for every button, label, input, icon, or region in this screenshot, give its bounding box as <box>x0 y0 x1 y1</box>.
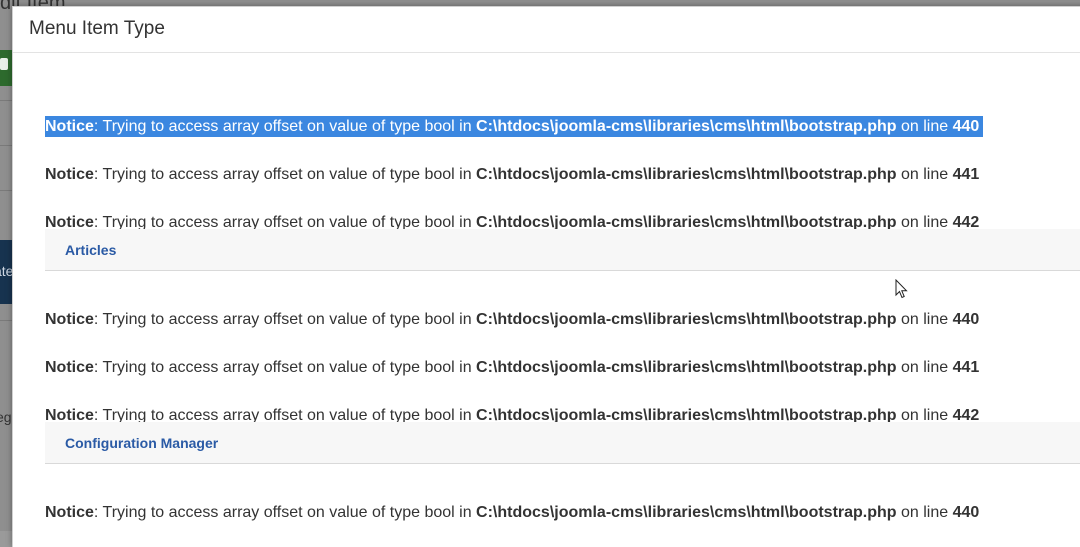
notice-line-number: 440 <box>952 118 980 135</box>
background-divider <box>0 145 12 146</box>
notice-file-path: C:\htdocs\joomla-cms\libraries\cms\html\… <box>476 359 897 376</box>
background-divider <box>0 100 12 101</box>
background-button-icon <box>0 58 8 70</box>
notice-line-number: 440 <box>952 311 980 328</box>
notice-line-number: 441 <box>952 359 980 376</box>
php-notice: Notice: Trying to access array offset on… <box>45 164 979 185</box>
notice-label: Notice <box>45 311 94 328</box>
mouse-pointer-icon <box>895 279 908 299</box>
php-notice: Notice: Trying to access array offset on… <box>45 116 984 137</box>
notice-file-path: C:\htdocs\joomla-cms\libraries\cms\html\… <box>476 118 897 135</box>
notice-message: : Trying to access array offset on value… <box>93 504 477 521</box>
notice-message: : Trying to access array offset on value… <box>93 118 477 135</box>
php-notice: Notice: Trying to access array offset on… <box>45 309 979 330</box>
notice-on-line: on line <box>896 166 953 183</box>
notice-on-line: on line <box>896 504 953 521</box>
accordion-configuration-manager-link[interactable]: Configuration Manager <box>65 435 218 451</box>
php-notice: Notice: Trying to access array offset on… <box>45 502 979 523</box>
notice-file-path: C:\htdocs\joomla-cms\libraries\cms\html\… <box>476 504 897 521</box>
notice-line-number: 441 <box>952 166 980 183</box>
accordion-configuration-manager[interactable]: Configuration Manager <box>45 422 1080 464</box>
background-small-text: eg <box>0 409 12 425</box>
notice-label: Notice <box>45 359 94 376</box>
modal-header: Menu Item Type <box>13 7 1080 53</box>
background-divider <box>0 190 12 191</box>
notice-file-path: C:\htdocs\joomla-cms\libraries\cms\html\… <box>476 311 897 328</box>
notice-line-number: 440 <box>952 504 980 521</box>
notice-on-line: on line <box>896 359 953 376</box>
background-divider <box>0 320 12 321</box>
accordion-articles[interactable]: Articles <box>45 229 1080 271</box>
menu-item-type-modal: Menu Item Type Notice: Trying to access … <box>12 6 1080 547</box>
php-notice: Notice: Trying to access array offset on… <box>45 357 979 378</box>
notice-file-path: C:\htdocs\joomla-cms\libraries\cms\html\… <box>476 166 897 183</box>
notice-message: : Trying to access array offset on value… <box>93 359 477 376</box>
notice-label: Notice <box>45 504 94 521</box>
notice-label: Notice <box>45 166 94 183</box>
notice-on-line: on line <box>896 118 953 135</box>
notice-message: : Trying to access array offset on value… <box>93 311 477 328</box>
accordion-articles-link[interactable]: Articles <box>65 242 116 258</box>
notice-on-line: on line <box>896 311 953 328</box>
notice-message: : Trying to access array offset on value… <box>93 166 477 183</box>
modal-title: Menu Item Type <box>29 17 165 39</box>
notice-label: Notice <box>45 118 94 135</box>
